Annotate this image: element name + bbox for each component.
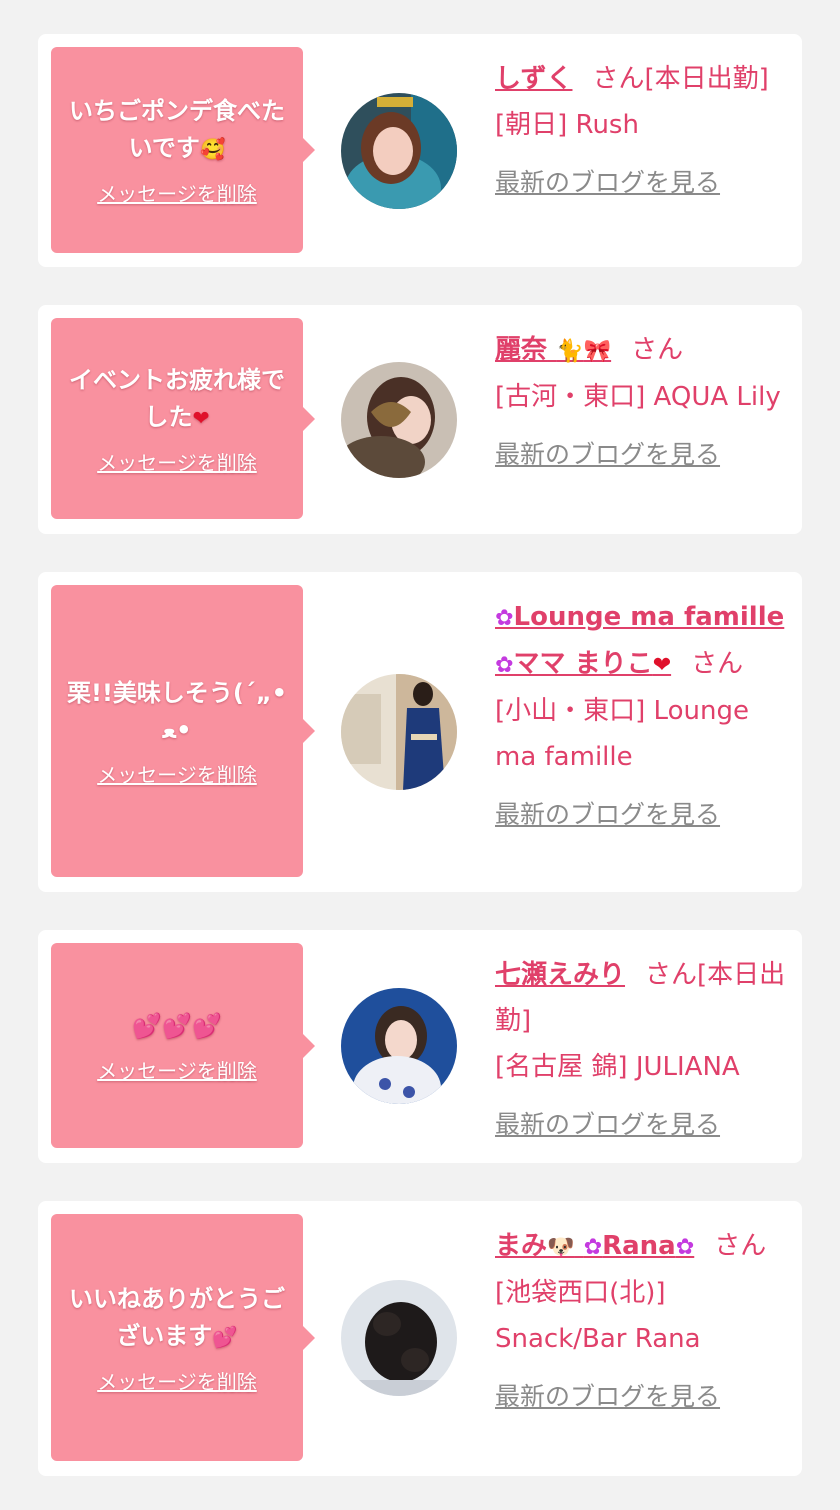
flower-icon: ✿: [675, 1234, 695, 1260]
sender-name-link[interactable]: 七瀬えみり: [495, 960, 625, 990]
message-text: 栗!!美味しそう(´„• ﻌ•: [67, 678, 287, 744]
delete-message-link[interactable]: メッセージを削除: [97, 1366, 257, 1395]
avatar[interactable]: [341, 1280, 457, 1396]
sender-info: ✿Lounge ma famille ✿ママ まりこ❤ さん [小山・東口] Lo…: [495, 594, 790, 838]
dog-face-icon: 🐶: [547, 1234, 575, 1260]
sender-name-link[interactable]: 麗奈 🐈🎀: [495, 335, 611, 365]
message-text: 💕💕💕: [132, 1011, 222, 1040]
sender-info: まみ🐶 ✿Rana✿ さん [池袋西口(北)] Snack/Bar Rana 最新…: [495, 1223, 790, 1420]
avatar[interactable]: [341, 674, 457, 790]
message-text: イベントお疲れ様でした❤: [69, 365, 285, 431]
sender-info: 麗奈 🐈🎀 さん [古河・東口] AQUA Lily 最新のブログを見る: [495, 327, 790, 478]
store-area: [小山・東口] Lounge ma famille: [495, 696, 749, 772]
ribbon-icon: 🎀: [583, 338, 612, 364]
store-area: [池袋西口(北)] Snack/Bar Rana: [495, 1278, 701, 1354]
message-bubble: いちごポンデ食べたいです🥰 メッセージを削除: [51, 47, 315, 253]
two-hearts-icon: 💕: [212, 1324, 238, 1349]
store-area: [古河・東口] AQUA Lily: [495, 382, 781, 412]
message-card: 💕💕💕 メッセージを削除 七瀬えみり さん[本日出勤] [名古屋 錦] JULIA…: [38, 930, 802, 1163]
message-bubble: 💕💕💕 メッセージを削除: [51, 943, 315, 1148]
heart-icon: ❤: [652, 652, 672, 678]
delete-message-link[interactable]: メッセージを削除: [97, 1055, 257, 1084]
avatar[interactable]: [341, 988, 457, 1104]
store-area: [名古屋 錦] JULIANA: [495, 1052, 740, 1082]
view-blog-link[interactable]: 最新のブログを見る: [495, 160, 720, 206]
flower-icon: ✿: [495, 652, 514, 678]
san-label: さん: [714, 1231, 767, 1261]
view-blog-link[interactable]: 最新のブログを見る: [495, 1374, 720, 1420]
sender-info: しずく さん[本日出勤] [朝日] Rush 最新のブログを見る: [495, 56, 790, 206]
message-card: いいねありがとうございます💕 メッセージを削除 まみ🐶 ✿Rana✿ さん [池袋…: [38, 1201, 802, 1476]
sender-name-link[interactable]: しずく: [495, 64, 572, 94]
sender-info: 七瀬えみり さん[本日出勤] [名古屋 錦] JULIANA 最新のブログを見る: [495, 952, 790, 1148]
sender-name-link[interactable]: まみ🐶 ✿Rana✿: [495, 1231, 694, 1261]
message-card: いちごポンデ食べたいです🥰 メッセージを削除 しずく さん[本日出勤] [朝日] …: [38, 34, 802, 267]
avatar[interactable]: [341, 93, 457, 209]
flower-icon: ✿: [583, 1234, 603, 1260]
message-list: いちごポンデ食べたいです🥰 メッセージを削除 しずく さん[本日出勤] [朝日] …: [0, 0, 840, 1510]
message-bubble: いいねありがとうございます💕 メッセージを削除: [51, 1214, 315, 1461]
message-card: 栗!!美味しそう(´„• ﻌ• メッセージを削除 ✿Lounge ma fami…: [38, 572, 802, 892]
message-bubble: イベントお疲れ様でした❤ メッセージを削除: [51, 318, 315, 519]
view-blog-link[interactable]: 最新のブログを見る: [495, 792, 720, 838]
flower-icon: ✿: [495, 605, 514, 631]
san-label: さん[本日出勤]: [592, 64, 769, 94]
message-text: いいねありがとうございます💕: [69, 1284, 285, 1350]
black-cat-icon: 🐈: [556, 338, 584, 364]
message-text: いちごポンデ食べたいです🥰: [69, 97, 285, 162]
avatar[interactable]: [341, 362, 457, 478]
message-card: イベントお疲れ様でした❤ メッセージを削除 麗奈 🐈🎀 さん [古河・東口] AQ…: [38, 305, 802, 534]
smiling-face-hearts-icon: 🥰: [199, 137, 226, 161]
delete-message-link[interactable]: メッセージを削除: [97, 447, 257, 476]
view-blog-link[interactable]: 最新のブログを見る: [495, 1102, 720, 1148]
san-label: さん: [631, 335, 684, 365]
message-bubble: 栗!!美味しそう(´„• ﻌ• メッセージを削除: [51, 585, 315, 877]
heart-icon: ❤: [192, 405, 210, 430]
view-blog-link[interactable]: 最新のブログを見る: [495, 432, 720, 478]
delete-message-link[interactable]: メッセージを削除: [97, 759, 257, 788]
delete-message-link[interactable]: メッセージを削除: [97, 178, 257, 207]
store-area: [朝日] Rush: [495, 110, 639, 140]
san-label: さん: [691, 649, 744, 679]
